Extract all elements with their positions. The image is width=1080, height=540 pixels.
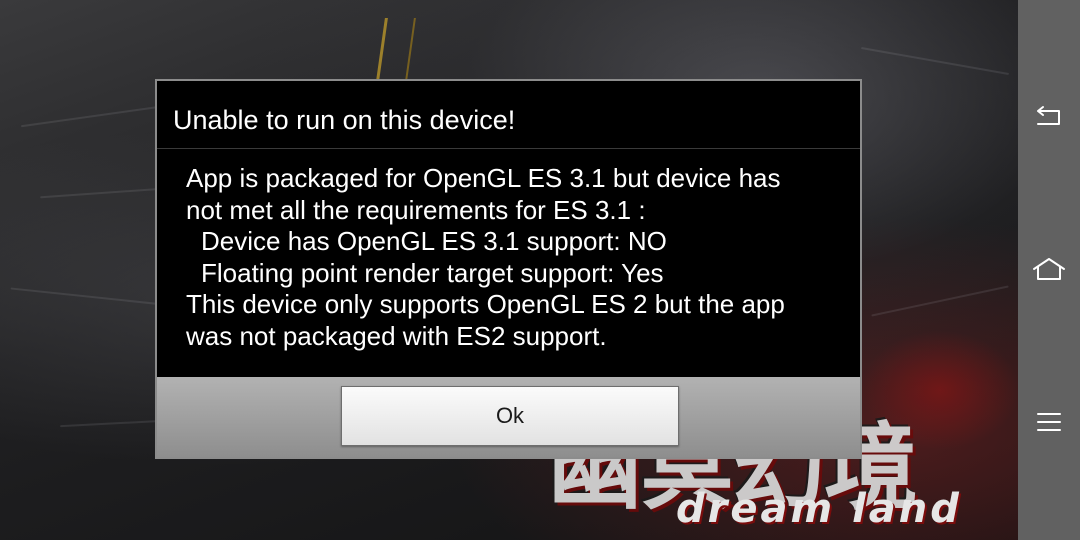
message-line: This device only supports OpenGL ES 2 bu… bbox=[186, 289, 785, 319]
game-logo-subtitle: dream land bbox=[676, 486, 962, 532]
dialog-message: App is packaged for OpenGL ES 3.1 but de… bbox=[157, 149, 860, 377]
ok-button[interactable]: Ok bbox=[341, 386, 679, 446]
ornament-decoration bbox=[375, 18, 416, 88]
message-line: was not packaged with ES2 support. bbox=[186, 320, 607, 351]
message-line: not met all the requirements for ES 3.1 … bbox=[186, 194, 646, 225]
back-icon bbox=[1037, 106, 1060, 125]
dialog-title: Unable to run on this device! bbox=[157, 81, 860, 149]
navigation-bar bbox=[1018, 0, 1080, 540]
message-line: App is packaged for OpenGL ES 3.1 but de… bbox=[186, 163, 781, 193]
screen: 幽冥幻境 dream land Unable to run on this de… bbox=[0, 0, 1080, 540]
menu-icon bbox=[1037, 413, 1061, 431]
message-line: Device has OpenGL ES 3.1 support: NO bbox=[201, 226, 667, 256]
background-streak bbox=[871, 285, 1009, 317]
error-dialog: Unable to run on this device! App is pac… bbox=[155, 79, 862, 459]
back-button[interactable] bbox=[1018, 86, 1080, 148]
menu-button[interactable] bbox=[1018, 391, 1080, 453]
home-button[interactable] bbox=[1018, 239, 1080, 301]
dialog-button-bar: Ok bbox=[157, 377, 860, 457]
background-streak bbox=[860, 46, 1010, 76]
home-icon bbox=[1033, 258, 1065, 280]
message-line: Floating point render target support: Ye… bbox=[201, 257, 664, 288]
